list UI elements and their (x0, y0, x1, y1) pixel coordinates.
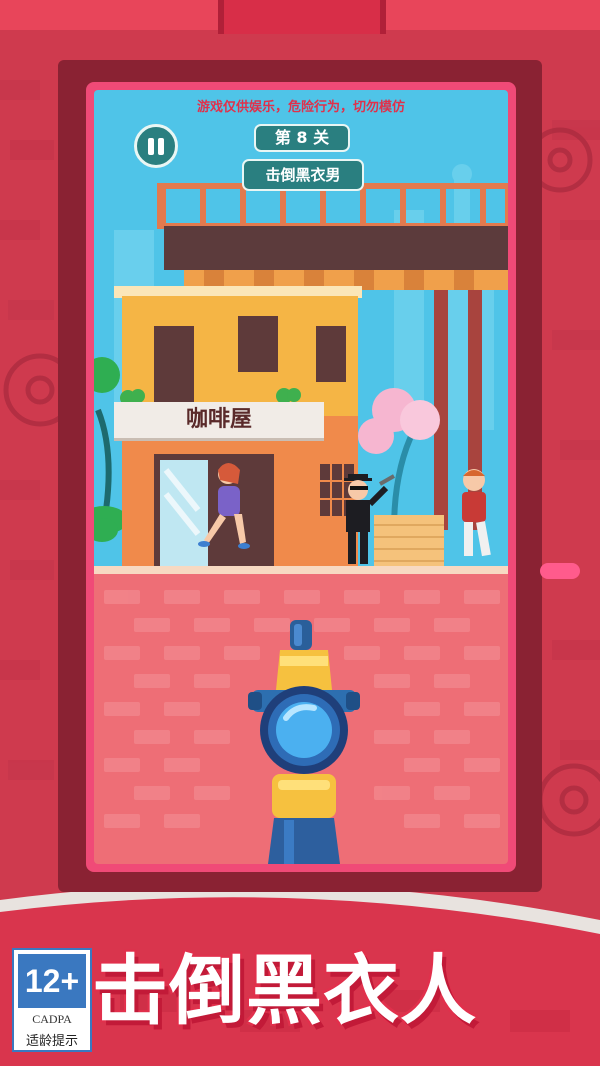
age-rating-note: 适龄提示 (25, 1034, 78, 1049)
sniper-rifle-icon[interactable] (244, 620, 364, 864)
sidewalk (94, 566, 508, 574)
promo-banner-title: 击倒黑衣人 (92, 946, 477, 1035)
pause-button[interactable] (134, 124, 178, 168)
stairs (374, 515, 444, 570)
level-indicator: 第 8 关 (254, 124, 350, 152)
game-viewport[interactable]: 游戏仅供娱乐，危险行为，切勿模仿 第 8 关 击倒黑衣男 咖啡屋 (94, 90, 508, 864)
safety-warning-text: 游戏仅供娱乐，危险行为，切勿模仿 (196, 100, 405, 115)
age-rating-badge: 12+ CADPA 适龄提示 (12, 948, 92, 1052)
mission-objective: 击倒黑衣男 (242, 159, 364, 191)
phone-screen: 游戏仅供娱乐，危险行为，切勿模仿 第 8 关 击倒黑衣男 咖啡屋 (86, 82, 516, 872)
age-rating-org: CADPA (32, 1012, 72, 1026)
age-rating-value: 12+ (18, 954, 86, 1008)
cafe-sign: 咖啡屋 (114, 402, 324, 441)
phone-side-button (540, 563, 580, 579)
